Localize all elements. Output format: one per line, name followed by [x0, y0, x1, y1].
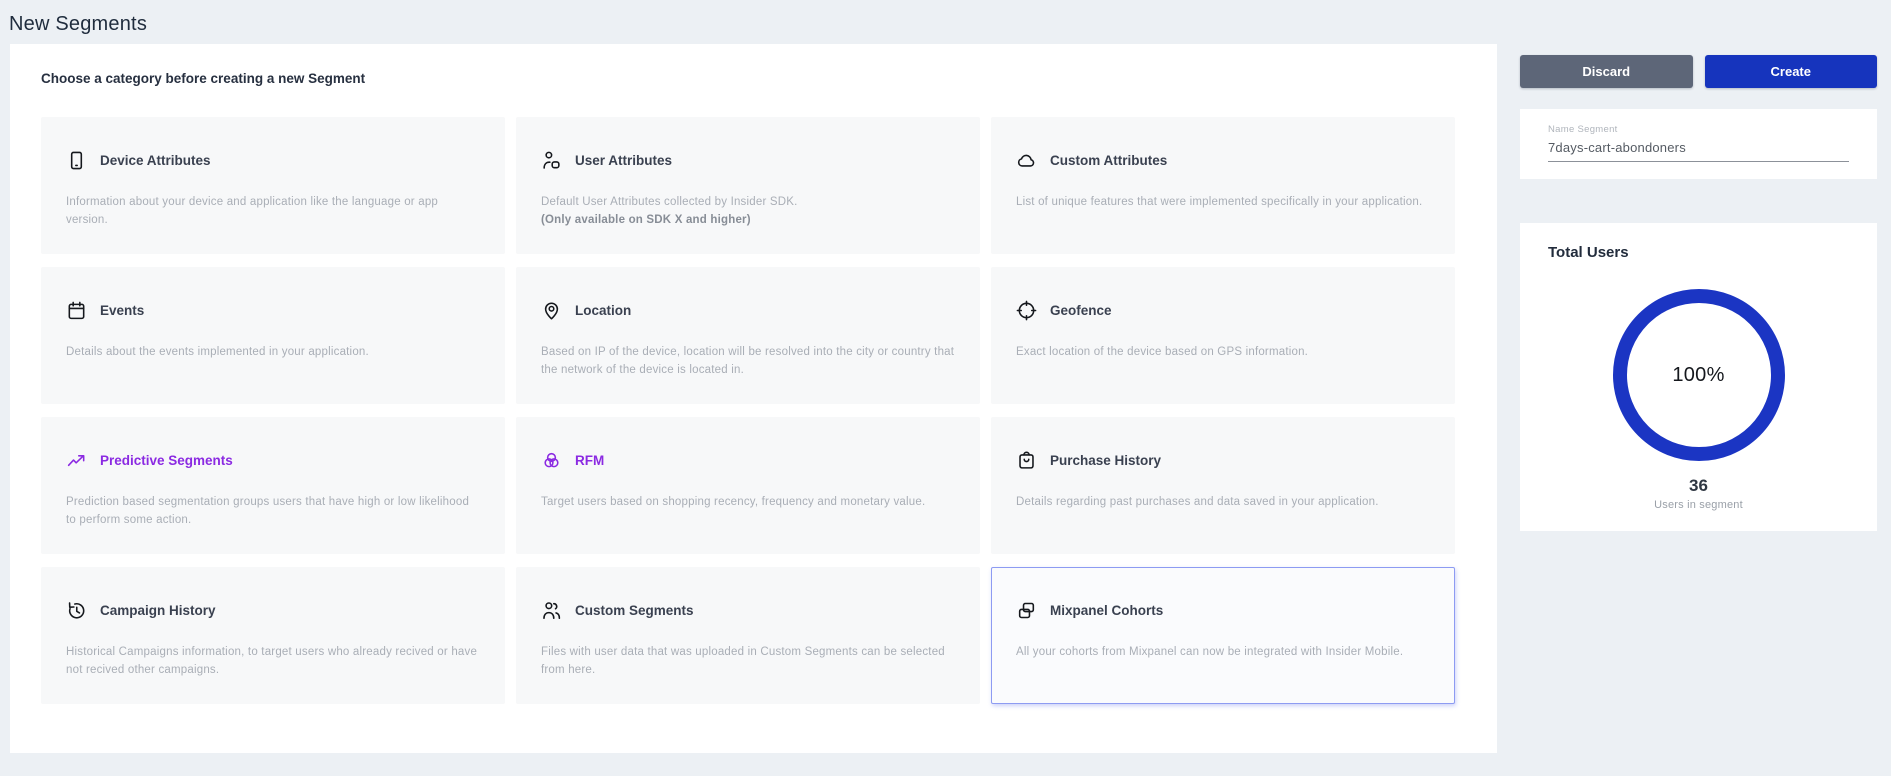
category-label: Custom Segments: [575, 603, 694, 618]
map-pin-icon: [541, 300, 562, 321]
category-description: All your cohorts from Mixpanel can now b…: [1016, 644, 1430, 662]
category-description: Based on IP of the device, location will…: [541, 344, 955, 380]
total-users-title: Total Users: [1548, 244, 1849, 261]
category-label: RFM: [575, 453, 604, 468]
category-description: Historical Campaigns information, to tar…: [66, 644, 480, 680]
page-title: New Segments: [9, 13, 147, 36]
discard-button[interactable]: Discard: [1520, 55, 1693, 88]
category-description: Details about the events implemented in …: [66, 344, 480, 362]
cohorts-icon: [1016, 600, 1037, 621]
category-description: Information about your device and applic…: [66, 194, 480, 230]
total-users-card: Total Users 100% 36 Users in segment: [1520, 223, 1877, 531]
category-label: Custom Attributes: [1050, 153, 1167, 168]
category-description: Prediction based segmentation groups use…: [66, 494, 480, 530]
users-icon: [541, 600, 562, 621]
segment-sidebar: Discard Create Name Segment Total Users …: [1520, 55, 1877, 531]
category-label: User Attributes: [575, 153, 672, 168]
category-label: Events: [100, 303, 144, 318]
shopping-bag-icon: [1016, 450, 1037, 471]
category-description: List of unique features that were implem…: [1016, 194, 1430, 212]
category-description: Exact location of the device based on GP…: [1016, 344, 1430, 362]
category-card-location[interactable]: Location Based on IP of the device, loca…: [516, 267, 980, 404]
users-count-caption: Users in segment: [1548, 499, 1849, 511]
users-count: 36: [1548, 476, 1849, 496]
segment-name-card: Name Segment: [1520, 109, 1877, 179]
cloud-icon: [1016, 150, 1037, 171]
category-description: Target users based on shopping recency, …: [541, 494, 955, 512]
category-description: Files with user data that was uploaded i…: [541, 644, 955, 680]
category-cards-grid: Device Attributes Information about your…: [41, 117, 1455, 704]
category-label: Predictive Segments: [100, 453, 233, 468]
total-users-donut-chart: 100%: [1611, 287, 1787, 463]
panel-heading: Choose a category before creating a new …: [41, 71, 1497, 86]
category-label: Campaign History: [100, 603, 216, 618]
category-card-custom-segments[interactable]: Custom Segments Files with user data tha…: [516, 567, 980, 704]
history-clock-icon: [66, 600, 87, 621]
category-card-custom-attributes[interactable]: Custom Attributes List of unique feature…: [991, 117, 1455, 254]
category-card-device-attributes[interactable]: Device Attributes Information about your…: [41, 117, 505, 254]
create-button[interactable]: Create: [1705, 55, 1878, 88]
category-description: Details regarding past purchases and dat…: [1016, 494, 1430, 512]
device-icon: [66, 150, 87, 171]
category-card-user-attributes[interactable]: User Attributes Default User Attributes …: [516, 117, 980, 254]
calendar-icon: [66, 300, 87, 321]
category-card-geofence[interactable]: Geofence Exact location of the device ba…: [991, 267, 1455, 404]
venn-circles-icon: [541, 450, 562, 471]
category-card-purchase-history[interactable]: Purchase History Details regarding past …: [991, 417, 1455, 554]
category-card-rfm[interactable]: RFM Target users based on shopping recen…: [516, 417, 980, 554]
category-card-events[interactable]: Events Details about the events implemen…: [41, 267, 505, 404]
category-card-campaign-history[interactable]: Campaign History Historical Campaigns in…: [41, 567, 505, 704]
trend-up-icon: [66, 450, 87, 471]
category-label: Mixpanel Cohorts: [1050, 603, 1163, 618]
segment-name-label: Name Segment: [1548, 124, 1849, 135]
geofence-target-icon: [1016, 300, 1037, 321]
category-card-mixpanel-cohorts[interactable]: Mixpanel Cohorts All your cohorts from M…: [991, 567, 1455, 704]
category-description-note: (Only available on SDK X and higher): [541, 212, 955, 230]
category-label: Location: [575, 303, 631, 318]
category-description: Default User Attributes collected by Ins…: [541, 194, 955, 230]
user-badge-icon: [541, 150, 562, 171]
category-label: Geofence: [1050, 303, 1112, 318]
segment-name-input[interactable]: [1548, 140, 1849, 162]
category-label: Device Attributes: [100, 153, 211, 168]
category-card-predictive-segments[interactable]: Predictive Segments Prediction based seg…: [41, 417, 505, 554]
category-label: Purchase History: [1050, 453, 1161, 468]
donut-percent-label: 100%: [1611, 287, 1787, 463]
segment-categories-panel: Choose a category before creating a new …: [10, 44, 1497, 753]
